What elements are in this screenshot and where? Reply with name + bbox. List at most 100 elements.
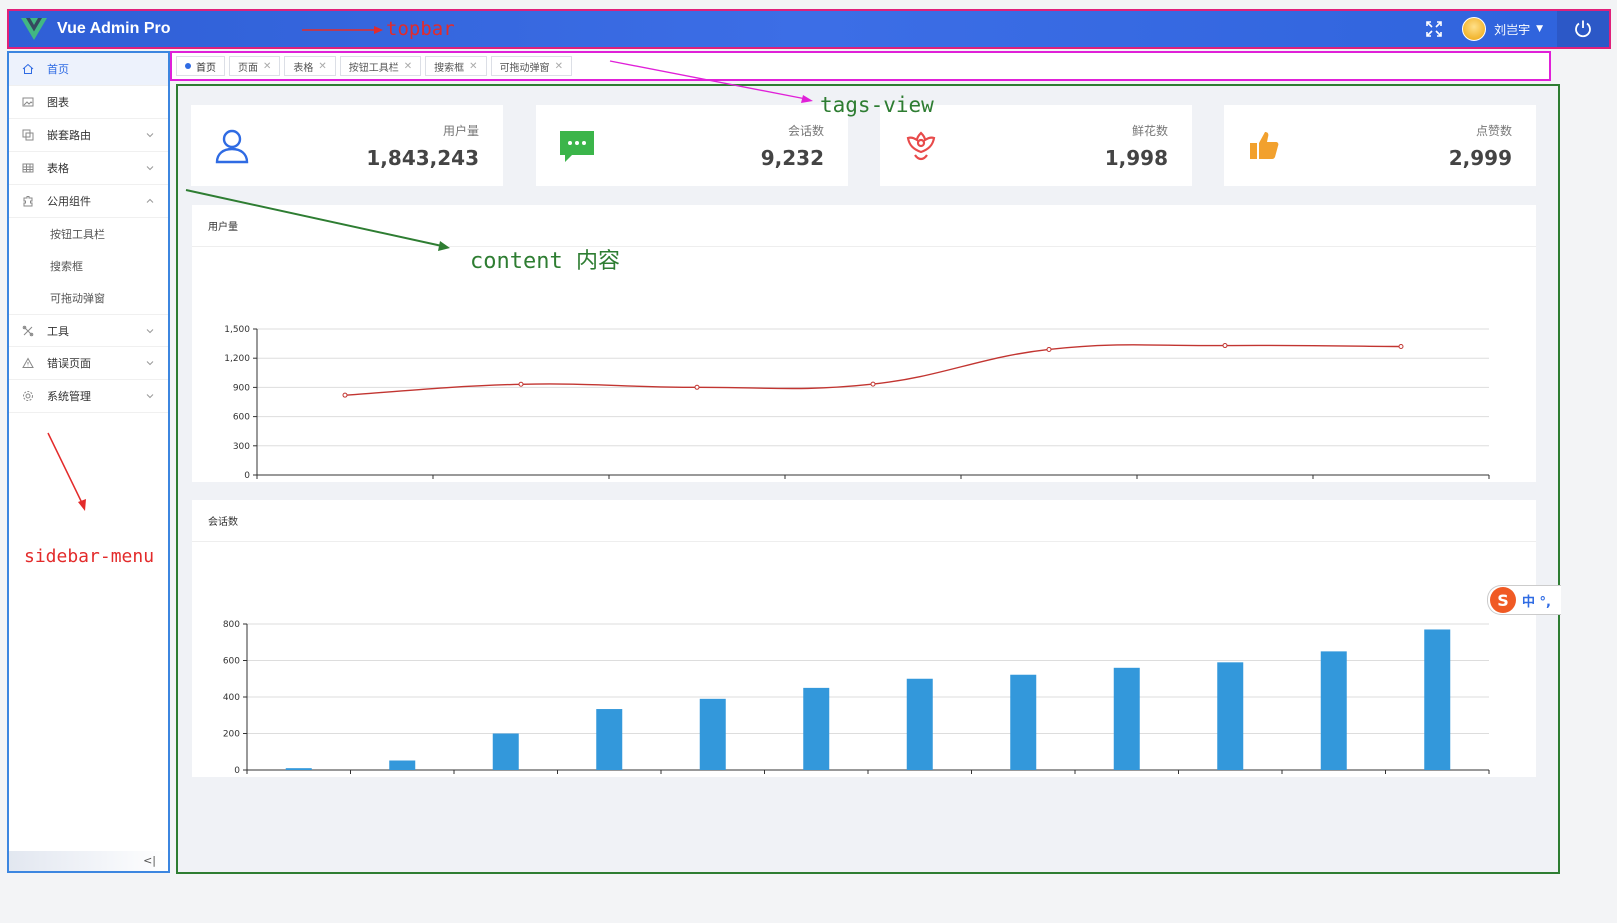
sidebar-item-system-management[interactable]: 系统管理 [9,380,168,413]
sidebar-item-label: 图表 [47,96,69,109]
stat-card-flowers[interactable]: 鲜花数 1,998 [880,105,1192,186]
tag-label: 表格 [293,62,314,74]
y-tick-label: 900 [233,383,250,393]
stat-value: 9,232 [760,146,824,170]
logo[interactable]: Vue Admin Pro [21,18,171,40]
sidebar-item-label: 表格 [47,162,69,175]
vue-logo-icon [21,18,47,40]
home-icon [21,62,35,76]
sogou-icon: S [1490,587,1516,613]
tags-view: 首页 页面 ✕ 表格 ✕ 按钮工具栏 ✕ 搜索框 ✕ 可拖动弹窗 ✕ [170,51,1551,81]
y-tick-label: 1,200 [224,354,250,364]
tag-button-toolbar[interactable]: 按钮工具栏 ✕ [339,56,422,76]
bar [492,733,519,770]
fullscreen-button[interactable] [1416,11,1452,47]
thumbs-up-icon [1250,132,1279,159]
sidebar-subitem-draggable-dialog[interactable]: 可拖动弹窗 [9,282,168,314]
sidebar-item-components[interactable]: 公用组件 [9,185,168,218]
x-tick-label: 十二月 [1424,775,1451,776]
bar [906,678,933,770]
y-tick-label: 200 [223,730,240,740]
bar [1320,651,1347,770]
sidebar-item-nested-route[interactable]: 嵌套路由 [9,119,168,152]
active-dot-icon [185,63,191,69]
data-point [870,381,876,387]
caret-down-icon: ▼ [1536,24,1543,34]
topbar: Vue Admin Pro 刘岂宇 ▼ [7,9,1611,49]
close-icon[interactable]: ✕ [263,61,271,72]
y-tick-label: 0 [244,471,250,481]
sidebar-menu: 首页 图表 嵌套路由 表格 公用组件 按钮工具栏 搜索框 可拖动弹窗 工具 错误… [7,51,170,873]
close-icon[interactable]: ✕ [469,61,477,72]
bar [1113,667,1140,770]
sidebar-item-label: 错误页面 [47,357,91,370]
line-chart: 03006009001,2001,500星期一星期二星期三星期四星期五星期六星期… [224,325,1490,492]
sidebar-item-error-pages[interactable]: 错误页面 [9,347,168,380]
sidebar-collapse-bar: <| [9,851,168,871]
y-tick-label: 600 [233,413,250,423]
stat-card-sessions[interactable]: 会话数 9,232 [536,105,848,186]
data-point [342,392,348,398]
sidebar-item-home[interactable]: 首页 [9,53,168,86]
stat-card-users[interactable]: 用户量 1,843,243 [191,105,503,186]
app-root: Vue Admin Pro 刘岂宇 ▼ 首页 图表 嵌套路由 表格 公用组件 按… [0,0,1617,923]
data-point [1222,343,1228,349]
bar-chart: 0200400600800一月二月三月四月五月六月七月八月九月十月十一月十二月 [223,620,1490,787]
y-tick-label: 400 [223,693,240,703]
tag-page[interactable]: 页面 ✕ [229,56,281,76]
x-tick-label: 十月 [1221,775,1239,776]
stat-value: 2,999 [1448,146,1512,170]
tag-draggable-dialog[interactable]: 可拖动弹窗 ✕ [490,56,572,76]
chart-title: 用户量 [192,205,1536,247]
tag-home[interactable]: 首页 [176,56,225,76]
component-icon [21,194,35,208]
tag-search-box[interactable]: 搜索框 ✕ [425,56,487,76]
tag-label: 可拖动弹窗 [499,62,550,74]
x-tick-label: 星期六 [1211,480,1238,481]
y-tick-label: 0 [234,766,240,776]
y-tick-label: 600 [223,657,240,667]
sidebar-item-charts[interactable]: 图表 [9,86,168,119]
sidebar-subitem-button-toolbar[interactable]: 按钮工具栏 [9,218,168,250]
y-tick-label: 300 [233,442,250,452]
nested-route-icon [21,128,35,142]
close-icon[interactable]: ✕ [404,61,412,72]
message-icon [560,131,594,162]
stat-label: 点赞数 [1475,124,1512,138]
ime-text: 中 °, [1522,594,1551,610]
table-icon [21,161,35,175]
ime-indicator[interactable]: S 中 °, [1487,585,1561,615]
data-point [1046,346,1052,352]
chart-title: 会话数 [192,500,1536,542]
fullscreen-icon [1426,21,1442,37]
stat-label: 用户量 [442,124,479,138]
bar-chart-card: 会话数 0200400600800一月二月三月四月五月六月七月八月九月十月十一月… [192,500,1536,787]
bar [285,768,312,770]
chevron-up-icon [146,198,154,203]
bar [1217,662,1244,770]
logout-button[interactable] [1557,11,1609,47]
sidebar-item-tools[interactable]: 工具 [9,314,168,347]
close-icon[interactable]: ✕ [318,61,326,72]
tag-table[interactable]: 表格 ✕ [284,56,336,76]
bar [803,687,830,770]
sidebar-item-label: 系统管理 [47,390,91,403]
bar [699,698,726,770]
user-menu[interactable]: 刘岂宇 ▼ [1462,17,1543,41]
stat-value: 1,843,243 [366,146,479,170]
collapse-sidebar-button[interactable]: <| [143,854,156,867]
close-icon[interactable]: ✕ [555,61,563,72]
sidebar-item-table[interactable]: 表格 [9,152,168,185]
bar [1010,674,1037,770]
chevron-down-icon [146,133,154,138]
annotation-sidebar-menu: sidebar-menu [24,546,155,567]
sidebar-subitem-search-box[interactable]: 搜索框 [9,250,168,282]
chevron-down-icon [146,329,154,334]
stat-card-likes[interactable]: 点赞数 2,999 [1224,105,1536,186]
annotation-topbar: topbar [386,18,455,40]
sidebar-item-label: 首页 [47,63,69,76]
flower-icon [906,131,936,161]
avatar [1462,17,1487,41]
annotation-content: content 内容 [470,249,620,274]
tag-label: 首页 [196,62,216,74]
